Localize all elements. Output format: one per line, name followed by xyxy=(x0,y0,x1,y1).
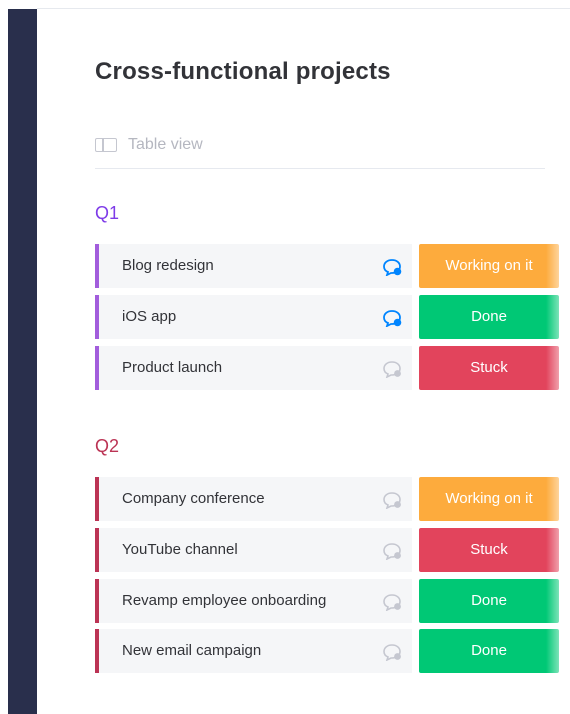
item-cell[interactable]: iOS app xyxy=(95,295,412,339)
chat-icon-inactive[interactable] xyxy=(382,491,402,509)
table-row[interactable]: Company conference Working on it xyxy=(95,477,559,521)
status-cell[interactable]: Done xyxy=(419,579,559,623)
item-cell[interactable]: Company conference xyxy=(95,477,412,521)
chat-icon-inactive[interactable] xyxy=(382,643,402,661)
item-cell[interactable]: YouTube channel xyxy=(95,528,412,572)
chat-icon-inactive[interactable] xyxy=(382,542,402,560)
table-row[interactable]: Blog redesign Working on it xyxy=(95,244,559,288)
top-divider xyxy=(37,8,570,9)
table-row[interactable]: New email campaign Done xyxy=(95,629,559,673)
item-name[interactable]: Product launch xyxy=(122,346,222,390)
chat-icon-active[interactable] xyxy=(382,258,402,276)
group-title-q2[interactable]: Q2 xyxy=(95,436,119,457)
item-name[interactable]: YouTube channel xyxy=(122,528,238,572)
chat-icon-active[interactable] xyxy=(382,309,402,327)
view-selector[interactable]: Table view xyxy=(95,133,203,157)
chat-icon-inactive[interactable] xyxy=(382,593,402,611)
status-cell[interactable]: Working on it xyxy=(419,477,559,521)
item-name[interactable]: New email campaign xyxy=(122,629,261,673)
status-cell[interactable]: Stuck xyxy=(419,528,559,572)
table-row[interactable]: Revamp employee onboarding Done xyxy=(95,579,559,623)
status-cell[interactable]: Done xyxy=(419,629,559,673)
status-cell[interactable]: Stuck xyxy=(419,346,559,390)
left-sidebar xyxy=(8,9,37,714)
item-name[interactable]: Blog redesign xyxy=(122,244,214,288)
status-cell[interactable]: Working on it xyxy=(419,244,559,288)
table-row[interactable]: Product launch Stuck xyxy=(95,346,559,390)
item-cell[interactable]: Product launch xyxy=(95,346,412,390)
view-label: Table view xyxy=(128,136,203,153)
item-cell[interactable]: Revamp employee onboarding xyxy=(95,579,412,623)
item-cell[interactable]: Blog redesign xyxy=(95,244,412,288)
table-row[interactable]: YouTube channel Stuck xyxy=(95,528,559,572)
table-row[interactable]: iOS app Done xyxy=(95,295,559,339)
group-title-q1[interactable]: Q1 xyxy=(95,203,119,224)
table-icon xyxy=(95,138,117,152)
item-cell[interactable]: New email campaign xyxy=(95,629,412,673)
item-name[interactable]: Revamp employee onboarding xyxy=(122,579,326,623)
chat-icon-inactive[interactable] xyxy=(382,360,402,378)
board-title[interactable]: Cross-functional projects xyxy=(95,58,391,86)
item-name[interactable]: iOS app xyxy=(122,295,176,339)
item-name[interactable]: Company conference xyxy=(122,477,265,521)
status-cell[interactable]: Done xyxy=(419,295,559,339)
view-divider xyxy=(95,168,545,169)
